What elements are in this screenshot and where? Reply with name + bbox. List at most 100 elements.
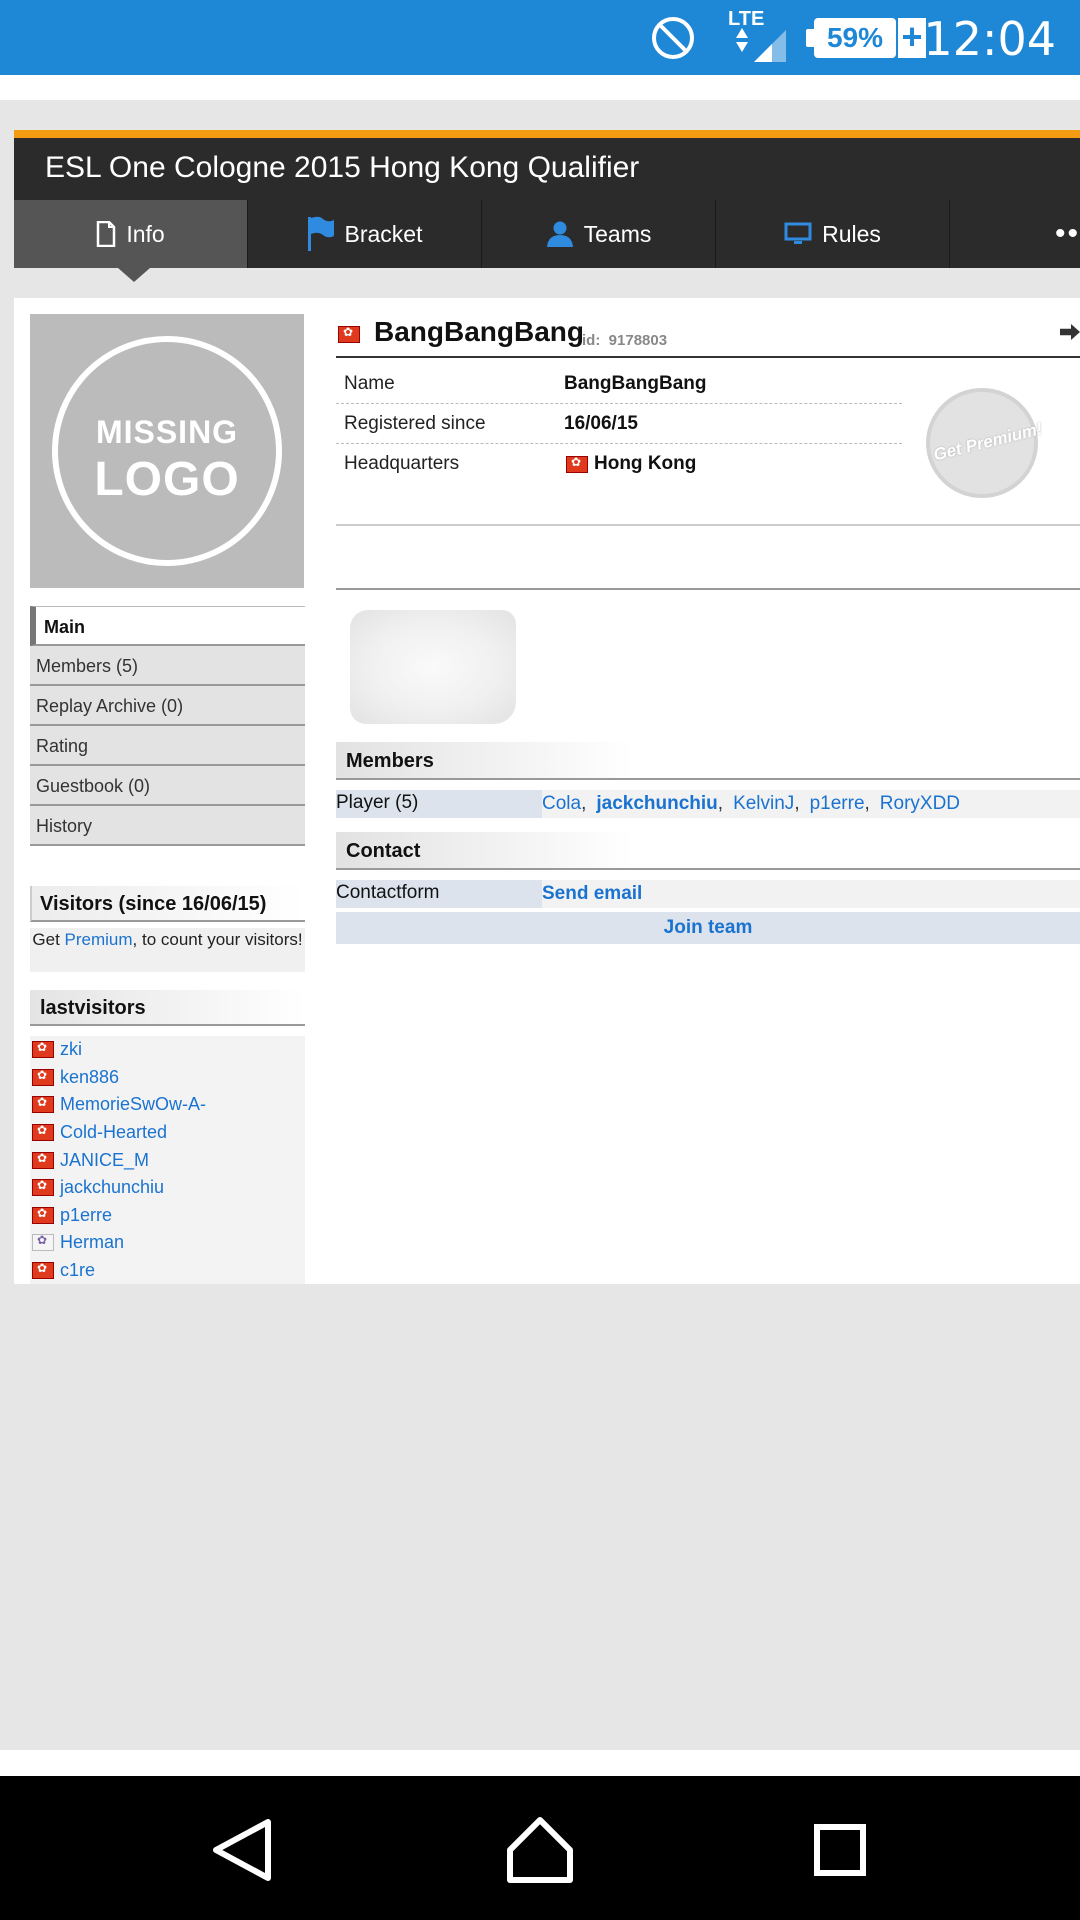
player-count-label: Player (5) (336, 790, 542, 818)
team-page: MISSING LOGO Main Members (5) Replay Arc… (14, 298, 1080, 1284)
tournament-title: ESL One Cologne 2015 Hong Kong Qualifier (45, 151, 640, 184)
headquarters-value: Hong Kong (594, 453, 697, 474)
tournament-header: ESL One Cologne 2015 Hong Kong Qualifier (14, 138, 1080, 200)
premium-badge-text: Get Premium! (931, 419, 1045, 465)
visitor-link[interactable]: MemorieSwOw-A- (60, 1094, 206, 1115)
divider (336, 588, 1080, 590)
team-logo: MISSING LOGO (30, 314, 304, 588)
logo-text-missing: MISSING (95, 414, 239, 450)
battery-icon: 59% (814, 18, 896, 58)
contact-heading: Contact (336, 832, 1080, 870)
home-icon[interactable] (500, 1810, 580, 1890)
side-nav-item-history[interactable]: History (30, 806, 305, 846)
side-nav-item-main[interactable]: Main (30, 606, 305, 646)
team-side-nav: Main Members (5) Replay Archive (0) Rati… (30, 606, 305, 846)
bottom-strip (0, 1750, 1080, 1776)
active-tab-caret (118, 268, 150, 282)
team-id-label: id: (582, 332, 601, 349)
separator: , (794, 793, 800, 814)
divider (336, 524, 1080, 526)
logo-ring (52, 336, 282, 566)
player-list: Cola, jackchunchiu, KelvinJ, p1erre, RoryXDD (542, 790, 1080, 818)
visitor-link[interactable]: zki (60, 1039, 82, 1060)
team-id: id: 9178803 (582, 332, 667, 349)
tab-info[interactable]: Info (14, 200, 248, 268)
hong-kong-flag-icon (32, 1068, 54, 1086)
list-item: c1re (30, 1257, 305, 1285)
visitor-link[interactable]: Cold-Hearted (60, 1122, 167, 1143)
visitor-link[interactable]: Herman (60, 1232, 124, 1253)
user-icon (546, 221, 573, 247)
player-link[interactable]: RoryXDD (880, 793, 960, 814)
info-key: Registered since (344, 412, 486, 434)
tab-teams[interactable]: Teams (482, 200, 716, 268)
player-link[interactable]: KelvinJ (733, 793, 794, 814)
list-item: Cold-Hearted (30, 1119, 305, 1147)
list-item: JANICE_M (30, 1146, 305, 1174)
top-strip (0, 75, 1080, 100)
visitor-link[interactable]: c1re (60, 1260, 95, 1281)
info-key: Name (344, 372, 395, 394)
list-item: ken886 (30, 1064, 305, 1092)
player-link[interactable]: Cola (542, 793, 581, 814)
player-link[interactable]: p1erre (810, 793, 865, 814)
tab-bracket[interactable]: Bracket (248, 200, 482, 268)
side-nav-item-replay-archive[interactable]: Replay Archive (0) (30, 686, 305, 726)
list-item: jackchunchiu (30, 1174, 305, 1202)
table-row: Name BangBangBang (336, 364, 902, 404)
get-premium-badge[interactable]: Get Premium! (926, 388, 1044, 498)
team-id-value: 9178803 (608, 332, 668, 349)
list-item: Herman (30, 1229, 305, 1257)
tab-teams-label: Teams (583, 220, 652, 247)
visitors-text-after: , to count your visitors! (132, 930, 303, 949)
do-not-disturb-icon (652, 17, 694, 59)
tab-bracket-label: Bracket (344, 220, 423, 247)
info-value: 16/06/15 (564, 412, 638, 434)
side-nav-item-members[interactable]: Members (5) (30, 646, 305, 686)
join-team-button[interactable]: Join team (336, 912, 1080, 944)
battery-percent: 59% (826, 22, 884, 53)
clock: 12:04 (923, 12, 1056, 66)
side-nav-item-guestbook[interactable]: Guestbook (0) (30, 766, 305, 806)
hong-kong-flag-icon (32, 1095, 54, 1114)
contact-value: Send email (542, 880, 1080, 908)
visitor-link[interactable]: jackchunchiu (60, 1177, 164, 1198)
hong-kong-flag-icon (32, 1151, 54, 1169)
hong-kong-flag-icon (566, 455, 588, 473)
team-name: BangBangBang (374, 316, 584, 347)
visitor-link[interactable]: ken886 (60, 1067, 119, 1088)
tab-rules[interactable]: Rules (716, 200, 950, 268)
lastvisitors-heading: lastvisitors (30, 990, 305, 1026)
tab-rules-label: Rules (822, 220, 881, 247)
logo-text-logo: LOGO (94, 453, 240, 506)
recents-icon[interactable] (800, 1810, 880, 1890)
status-bar: LTE 59% + 12:04 (0, 0, 1080, 75)
separator: , (581, 793, 587, 814)
visitor-link[interactable]: p1erre (60, 1205, 112, 1226)
signal-icon (736, 28, 786, 62)
table-row: Registered since 16/06/15 (336, 404, 902, 444)
forward-arrow-icon[interactable] (1060, 324, 1080, 340)
back-icon[interactable] (202, 1810, 282, 1890)
list-item: zki (30, 1036, 305, 1064)
player-link[interactable]: jackchunchiu (596, 793, 717, 814)
list-item: MemorieSwOw-A- (30, 1091, 305, 1119)
separator: , (864, 793, 870, 814)
flag-icon (307, 216, 334, 251)
contactform-label: Contactform (336, 880, 542, 908)
info-value: BangBangBang (564, 372, 707, 394)
taiwan-flag-icon (32, 1233, 54, 1252)
send-email-link[interactable]: Send email (542, 883, 642, 904)
list-item: p1erre (30, 1202, 305, 1230)
monitor-icon (784, 222, 812, 244)
tab-more-button[interactable]: •• (950, 200, 1080, 268)
battery-tip (806, 29, 814, 47)
premium-link[interactable]: Premium (65, 930, 133, 949)
side-nav-item-rating[interactable]: Rating (30, 726, 305, 766)
visitor-link[interactable]: JANICE_M (60, 1150, 149, 1171)
tab-info-label: Info (126, 220, 165, 247)
team-info-table: Name BangBangBang Registered since 16/06… (336, 364, 902, 484)
members-row: Player (5) Cola, jackchunchiu, KelvinJ, p1e… (336, 790, 1080, 818)
document-icon (97, 221, 116, 247)
header-accent-bar (14, 130, 1080, 138)
